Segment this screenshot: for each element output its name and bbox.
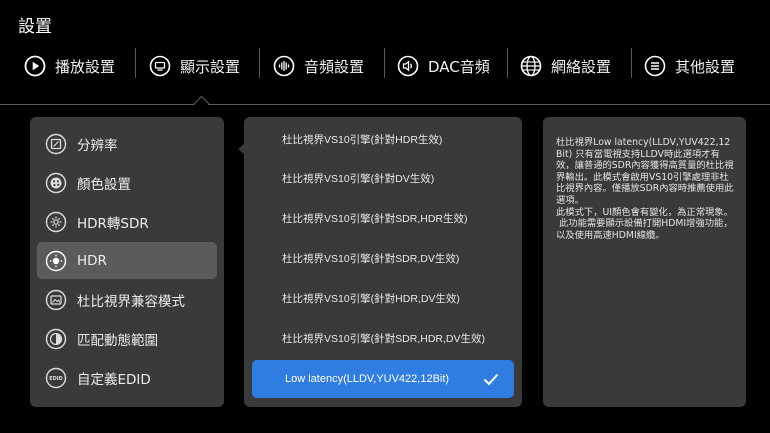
tab-audio-settings[interactable]: 音頻設置 xyxy=(273,48,364,84)
option-item[interactable]: 杜比視界VS10引擎(針對SDR,HDR,DV生效) xyxy=(252,319,514,357)
menu-item-match-dynamic-range[interactable]: 匹配動態範圍 xyxy=(37,320,217,357)
option-label: 杜比視界VS10引擎(針對SDR,HDR生效) xyxy=(282,212,468,225)
option-item-selected[interactable]: Low latency(LLDV,YUV422,12Bit) xyxy=(252,360,514,398)
tab-separator xyxy=(507,48,508,78)
svg-text:EDID: EDID xyxy=(49,376,63,382)
edid-icon: EDID xyxy=(45,367,67,389)
top-tab-bar: 播放設置 顯示設置 音頻設置 DAC音頻 網絡設置 其他設置 xyxy=(0,48,770,84)
option-label: 杜比視界VS10引擎(針對HDR,DV生效) xyxy=(282,292,460,305)
tab-dac-audio[interactable]: DAC音頻 xyxy=(397,48,490,84)
option-label: 杜比視界VS10引擎(針對DV生效) xyxy=(282,172,435,185)
tab-separator xyxy=(631,48,632,78)
tab-label: 網絡設置 xyxy=(551,57,612,76)
menu-item-label: 分辨率 xyxy=(77,137,118,154)
tab-network-settings[interactable]: 網絡設置 xyxy=(520,48,611,84)
menu-item-label: 匹配動態範圍 xyxy=(77,332,158,349)
tab-label: 其他設置 xyxy=(675,57,736,76)
menu-item-label: HDR轉SDR xyxy=(77,215,149,232)
menu-item-label: 杜比視界兼容模式 xyxy=(77,293,185,310)
menu-item-custom-edid[interactable]: EDID 自定義EDID xyxy=(37,359,217,396)
speaker-icon xyxy=(397,55,419,77)
hdr-convert-icon xyxy=(45,211,67,233)
menu-item-label: 自定義EDID xyxy=(77,371,151,388)
active-tab-indicator xyxy=(193,95,210,112)
option-label: 杜比視界VS10引擎(針對SDR,DV生效) xyxy=(282,252,460,265)
option-label: 杜比視界VS10引擎(針對SDR,HDR,DV生效) xyxy=(282,332,486,345)
description-panel: 杜比視界Low latency(LLDV,YUV422,12Bit) 只有當電視… xyxy=(543,117,746,407)
tab-label: 播放設置 xyxy=(55,57,116,76)
menu-item-label: 顏色設置 xyxy=(77,176,131,193)
option-label: Low latency(LLDV,YUV422,12Bit) xyxy=(285,373,450,385)
menu-circle-icon xyxy=(644,55,666,77)
tab-label: 顯示設置 xyxy=(180,57,241,76)
option-item[interactable]: 杜比視界VS10引擎(針對SDR,HDR生效) xyxy=(252,199,514,237)
option-item[interactable]: 杜比視界VS10引擎(針對DV生效) xyxy=(252,159,514,197)
hdr-options-list: 杜比視界VS10引擎(針對HDR生效) 杜比視界VS10引擎(針對DV生效) 杜… xyxy=(244,117,522,407)
page-title: 設置 xyxy=(18,17,52,37)
dolby-compat-icon xyxy=(45,289,67,311)
option-label: 杜比視界VS10引擎(針對HDR生效) xyxy=(282,133,443,146)
tab-display-settings[interactable]: 顯示設置 xyxy=(149,48,240,84)
tab-label: 音頻設置 xyxy=(304,57,365,76)
resolution-icon xyxy=(45,133,67,155)
checkmark-icon xyxy=(483,373,499,386)
tab-other-settings[interactable]: 其他設置 xyxy=(644,48,735,84)
menu-item-dolby-vision-compat[interactable]: 杜比視界兼容模式 xyxy=(37,281,217,318)
menu-item-resolution[interactable]: 分辨率 xyxy=(37,125,217,162)
monitor-icon xyxy=(149,55,171,77)
display-settings-menu: 分辨率 顏色設置 HDR轉SDR HDR 杜比視界兼容模式 匹配動態範圍 EDI… xyxy=(30,117,224,407)
description-text: 杜比視界Low latency(LLDV,YUV422,12Bit) 只有當電視… xyxy=(556,137,734,241)
tab-label: DAC音頻 xyxy=(428,57,490,76)
play-circle-icon xyxy=(24,55,46,77)
globe-icon xyxy=(520,55,542,77)
menu-item-color-settings[interactable]: 顏色設置 xyxy=(37,164,217,201)
tab-separator xyxy=(384,48,385,78)
audio-wave-icon xyxy=(273,55,295,77)
option-item[interactable]: 杜比視界VS10引擎(針對SDR,DV生效) xyxy=(252,239,514,277)
palette-icon xyxy=(45,172,67,194)
menu-item-label: HDR xyxy=(77,252,107,269)
tab-separator xyxy=(259,48,260,78)
menu-item-hdr-to-sdr[interactable]: HDR轉SDR xyxy=(37,203,217,240)
option-item[interactable]: 杜比視界VS10引擎(針對HDR,DV生效) xyxy=(252,279,514,317)
dynamic-range-icon xyxy=(45,328,67,350)
menu-item-hdr[interactable]: HDR xyxy=(37,242,217,279)
tab-separator xyxy=(135,48,136,78)
tab-playback-settings[interactable]: 播放設置 xyxy=(24,48,115,84)
option-item[interactable]: 杜比視界VS10引擎(針對HDR生效) xyxy=(252,120,514,158)
hdr-icon xyxy=(45,250,67,272)
header-divider xyxy=(0,104,770,105)
